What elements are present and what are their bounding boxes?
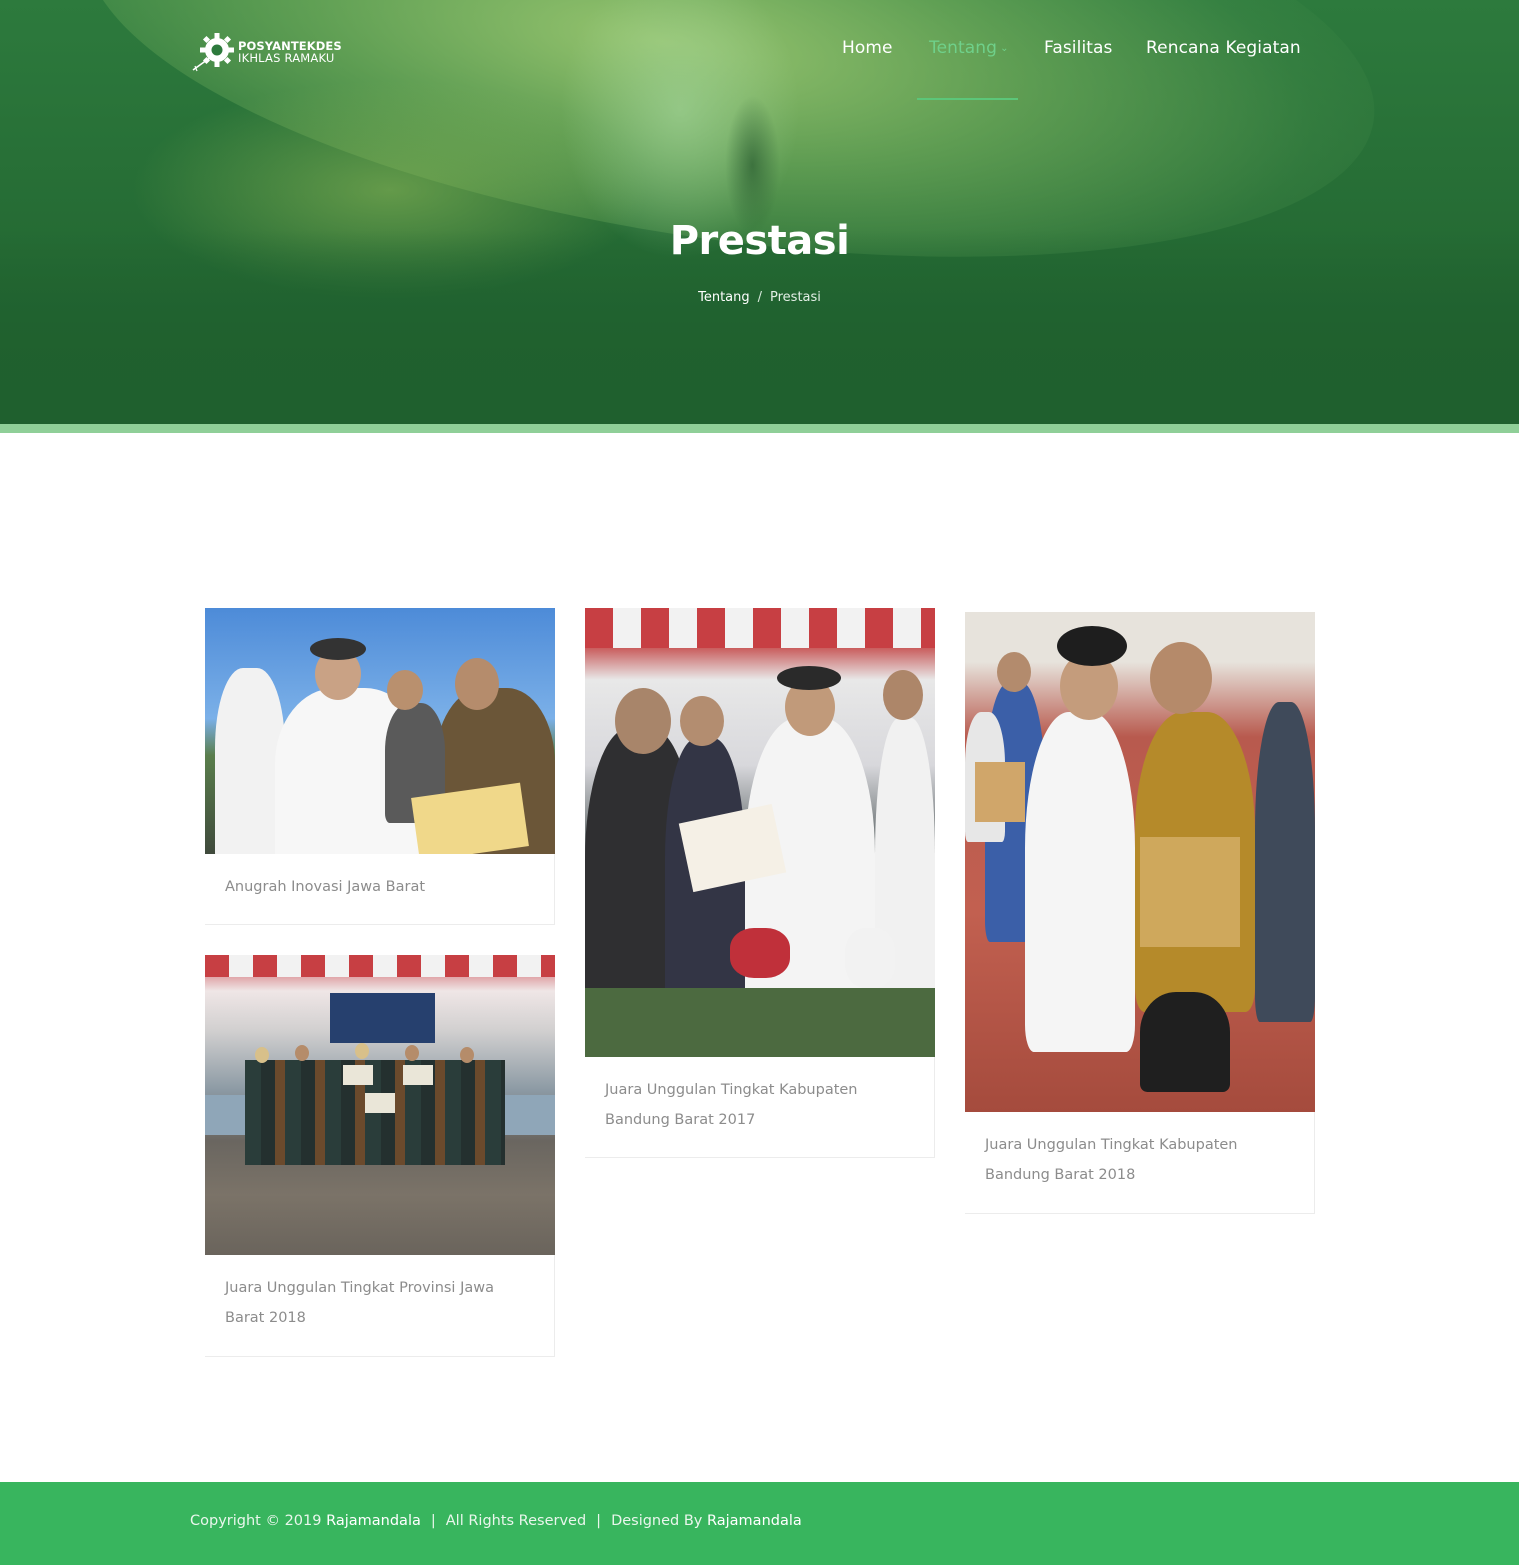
gallery-caption: Anugrah Inovasi Jawa Barat (225, 879, 426, 895)
breadcrumb-current: Prestasi (770, 290, 821, 305)
gallery-card[interactable]: Juara Unggulan Tingkat Kabupaten Bandung… (585, 608, 935, 1158)
gallery-card[interactable]: Anugrah Inovasi Jawa Barat (205, 608, 555, 925)
chevron-down-icon: ⌄ (1000, 43, 1009, 54)
footer-copyright: Copyright © 2019 Rajamandala | All Rights … (190, 1513, 802, 1529)
copyright-text: Copyright © 2019 (190, 1513, 322, 1529)
brand-line-2: IKHLAS RAMAKU (238, 51, 335, 65)
designer-link[interactable]: Rajamandala (707, 1513, 802, 1529)
owner-link[interactable]: Rajamandala (326, 1513, 421, 1529)
gallery-photo[interactable] (205, 608, 555, 854)
page-title: Prestasi (669, 218, 850, 264)
gallery-card[interactable]: Juara Unggulan Tingkat Kabupaten Bandung… (965, 612, 1315, 1214)
hero-bottom-band (0, 424, 1519, 433)
breadcrumb: Tentang / Prestasi (0, 290, 1519, 305)
gear-logo-icon (192, 33, 234, 72)
breadcrumb-separator: / (757, 290, 763, 305)
hero-background-blur (725, 95, 780, 235)
site-logo[interactable]: POSYANTEKDES IKHLAS RAMAKU (190, 30, 350, 74)
nav-tentang-label: Tentang (929, 38, 998, 58)
nav-active-indicator (917, 98, 1018, 100)
rights-text: All Rights Reserved (445, 1513, 587, 1529)
nav-tentang[interactable]: Tentang ⌄ (929, 38, 1009, 58)
gallery-card[interactable]: Juara Unggulan Tingkat Provinsi Jawa Bar… (205, 955, 555, 1357)
gallery-photo[interactable] (965, 612, 1315, 1112)
footer-separator: | (430, 1513, 436, 1529)
gallery-caption: Juara Unggulan Tingkat Kabupaten Bandung… (985, 1137, 1238, 1183)
nav-home[interactable]: Home (842, 38, 893, 58)
brand-name: POSYANTEKDES IKHLAS RAMAKU (238, 40, 342, 64)
nav-rencana-kegiatan[interactable]: Rencana Kegiatan (1146, 38, 1301, 58)
gallery-caption: Juara Unggulan Tingkat Kabupaten Bandung… (605, 1082, 858, 1128)
designed-by-text: Designed By (611, 1513, 703, 1529)
gallery-photo[interactable] (585, 608, 935, 1057)
nav-fasilitas[interactable]: Fasilitas (1044, 38, 1113, 58)
footer-separator: | (596, 1513, 602, 1529)
breadcrumb-link-tentang[interactable]: Tentang (698, 290, 750, 305)
gallery-photo[interactable] (205, 955, 555, 1255)
gallery-caption: Juara Unggulan Tingkat Provinsi Jawa Bar… (225, 1280, 494, 1326)
